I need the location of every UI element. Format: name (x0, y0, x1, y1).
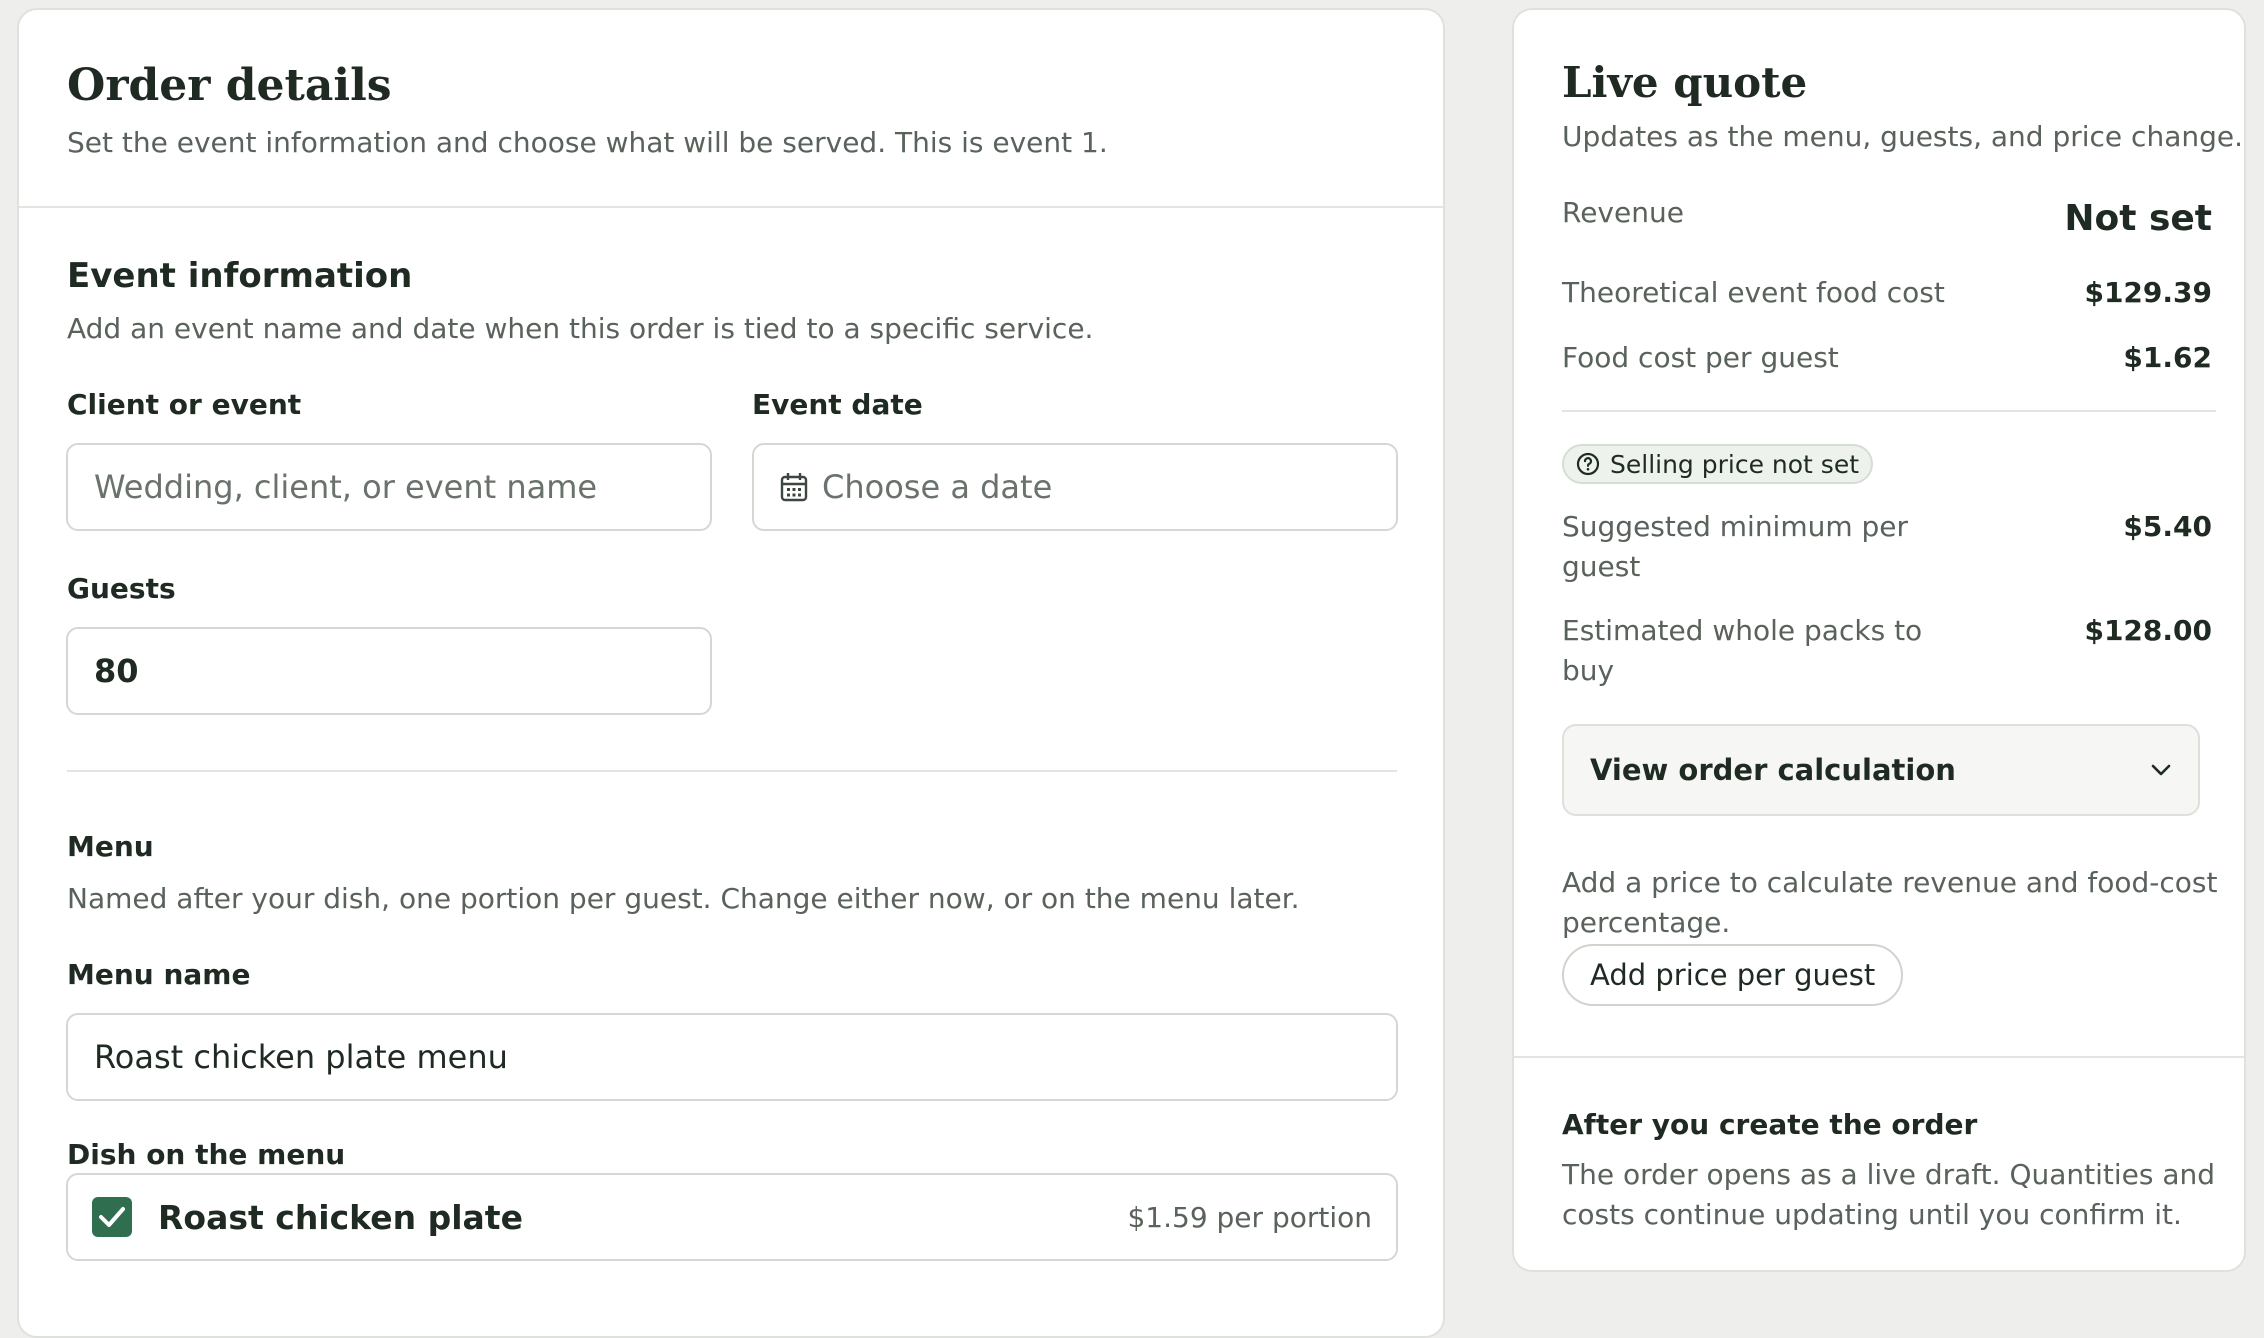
hint-line-2: percentage. (1562, 906, 1731, 939)
per-guest-label: Food cost per guest (1562, 341, 1839, 374)
packs-label-2: buy (1562, 654, 1615, 687)
menu-name-label: Menu name (67, 958, 251, 991)
revenue-label: Revenue (1562, 196, 1684, 229)
checkmark-icon (99, 1207, 125, 1227)
event-date-label: Event date (752, 388, 923, 421)
order-details-card: Order details Set the event information … (17, 8, 1445, 1338)
dish-row[interactable]: Roast chicken plate $1.59 per portion (66, 1173, 1398, 1261)
after-line-2: costs continue updating until you confir… (1562, 1198, 2182, 1231)
after-title: After you create the order (1562, 1108, 1978, 1141)
live-quote-card: Live quote Updates as the menu, guests, … (1512, 8, 2246, 1272)
guests-value: 80 (94, 652, 139, 690)
guests-input[interactable]: 80 (66, 627, 712, 715)
quote-divider (1562, 410, 2216, 412)
suggested-label-1: Suggested minimum per (1562, 510, 1909, 543)
menu-name-input[interactable]: Roast chicken plate menu (66, 1013, 1398, 1101)
client-placeholder: Wedding, client, or event name (94, 468, 598, 506)
menu-name-value: Roast chicken plate menu (94, 1038, 508, 1076)
food-cost-label: Theoretical event food cost (1562, 276, 1945, 309)
calendar-icon (780, 472, 808, 502)
dish-name: Roast chicken plate (158, 1197, 523, 1237)
event-info-description: Add an event name and date when this ord… (67, 312, 1094, 345)
suggested-value: $5.40 (2123, 510, 2212, 543)
per-guest-value: $1.62 (2123, 341, 2212, 374)
selling-price-badge: Selling price not set (1562, 444, 1874, 484)
header-divider (19, 206, 1443, 208)
food-cost-value: $129.39 (2084, 276, 2212, 309)
view-order-calculation-toggle[interactable]: View order calculation (1562, 724, 2200, 816)
event-date-placeholder: Choose a date (822, 468, 1053, 506)
section-divider (67, 770, 1397, 772)
order-details-title: Order details (67, 60, 392, 111)
badge-text: Selling price not set (1610, 449, 1860, 479)
after-line-1: The order opens as a live draft. Quantit… (1562, 1158, 2216, 1191)
add-price-per-guest-button[interactable]: Add price per guest (1562, 944, 1904, 1006)
menu-title: Menu (67, 830, 154, 863)
dish-left: Roast chicken plate (92, 1197, 523, 1237)
after-divider (1514, 1056, 2244, 1058)
packs-label-1: Estimated whole packs to (1562, 614, 1923, 647)
dish-label: Dish on the menu (67, 1138, 346, 1171)
packs-value: $128.00 (2084, 614, 2212, 647)
guests-label: Guests (67, 572, 176, 605)
order-details-subtitle: Set the event information and choose wha… (67, 126, 1108, 159)
chevron-down-icon (2150, 763, 2172, 777)
menu-description: Named after your dish, one portion per g… (67, 882, 1300, 915)
live-quote-title: Live quote (1562, 58, 1808, 107)
question-circle-icon (1576, 452, 1600, 476)
revenue-value: Not set (2064, 198, 2212, 239)
dish-price: $1.59 per portion (1127, 1200, 1372, 1234)
hint-line-1: Add a price to calculate revenue and foo… (1562, 866, 2218, 899)
client-label: Client or event (67, 388, 302, 421)
suggested-label-2: guest (1562, 550, 1641, 583)
client-input[interactable]: Wedding, client, or event name (66, 443, 712, 531)
calc-label: View order calculation (1590, 753, 1956, 787)
event-info-title: Event information (67, 256, 413, 296)
live-quote-subtitle: Updates as the menu, guests, and price c… (1562, 120, 2243, 153)
event-date-input[interactable]: Choose a date (752, 443, 1398, 531)
dish-checkbox[interactable] (92, 1197, 132, 1237)
